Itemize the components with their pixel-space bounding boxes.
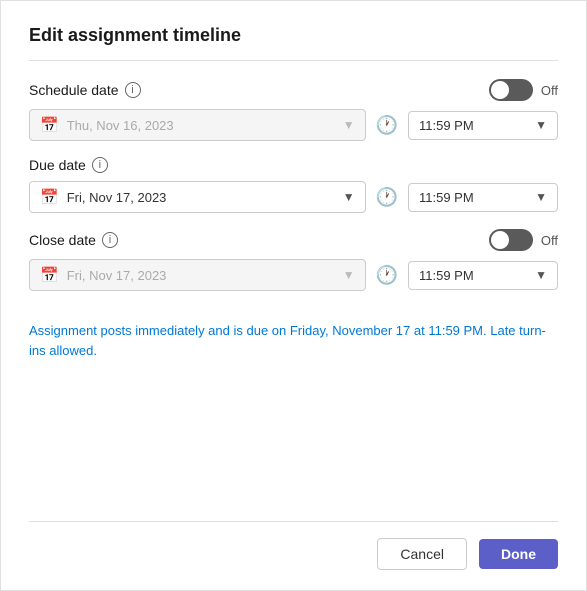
close-date-info-icon[interactable]: i [102,232,118,248]
schedule-date-label: Schedule date [29,82,119,98]
due-date-picker[interactable]: 📅 Fri, Nov 17, 2023 ▼ [29,181,366,213]
schedule-date-fields: 📅 Thu, Nov 16, 2023 ▼ 🕐 11:59 PM ▼ [29,109,558,141]
info-message: Assignment posts immediately and is due … [29,321,558,360]
done-button[interactable]: Done [479,539,558,569]
schedule-date-header: Schedule date i Off [29,79,558,101]
close-time-picker[interactable]: 11:59 PM ▼ [408,261,558,290]
schedule-clock-icon: 🕐 [376,115,398,136]
schedule-calendar-icon: 📅 [40,116,59,134]
schedule-date-toggle-group: Off [489,79,558,101]
schedule-date-picker[interactable]: 📅 Thu, Nov 16, 2023 ▼ [29,109,366,141]
close-date-label-group: Close date i [29,232,118,248]
close-clock-icon: 🕐 [376,265,398,286]
close-date-toggle-knob [491,231,509,249]
due-date-label-group: Due date i [29,157,108,173]
due-date-chevron-icon: ▼ [343,190,355,204]
close-date-header: Close date i Off [29,229,558,251]
schedule-date-toggle-label: Off [541,83,558,98]
close-date-toggle[interactable] [489,229,533,251]
due-date-info-icon[interactable]: i [92,157,108,173]
schedule-date-toggle-knob [491,81,509,99]
close-date-value: Fri, Nov 17, 2023 [67,268,335,283]
due-time-chevron-icon: ▼ [535,190,547,204]
edit-assignment-dialog: Edit assignment timeline Schedule date i… [0,0,587,591]
schedule-date-value: Thu, Nov 16, 2023 [67,118,335,133]
due-date-fields: 📅 Fri, Nov 17, 2023 ▼ 🕐 11:59 PM ▼ [29,181,558,213]
due-calendar-icon: 📅 [40,188,59,206]
cancel-button[interactable]: Cancel [377,538,467,570]
close-date-fields: 📅 Fri, Nov 17, 2023 ▼ 🕐 11:59 PM ▼ [29,259,558,291]
dialog-footer: Cancel Done [29,521,558,570]
due-date-section: Due date i 📅 Fri, Nov 17, 2023 ▼ 🕐 11:59… [29,157,558,213]
close-date-label: Close date [29,232,96,248]
schedule-time-chevron-icon: ▼ [535,118,547,132]
dialog-title: Edit assignment timeline [29,25,558,61]
schedule-time-picker[interactable]: 11:59 PM ▼ [408,111,558,140]
close-date-chevron-icon: ▼ [343,268,355,282]
due-date-header: Due date i [29,157,558,173]
due-date-value: Fri, Nov 17, 2023 [67,190,335,205]
schedule-date-label-group: Schedule date i [29,82,141,98]
close-time-value: 11:59 PM [419,268,531,283]
schedule-date-info-icon[interactable]: i [125,82,141,98]
due-date-label: Due date [29,157,86,173]
close-date-toggle-label: Off [541,233,558,248]
close-date-picker[interactable]: 📅 Fri, Nov 17, 2023 ▼ [29,259,366,291]
close-time-chevron-icon: ▼ [535,268,547,282]
due-time-picker[interactable]: 11:59 PM ▼ [408,183,558,212]
due-time-value: 11:59 PM [419,190,531,205]
close-date-toggle-group: Off [489,229,558,251]
due-clock-icon: 🕐 [376,187,398,208]
schedule-date-toggle[interactable] [489,79,533,101]
schedule-date-section: Schedule date i Off 📅 Thu, Nov 16, 2023 … [29,79,558,141]
schedule-time-value: 11:59 PM [419,118,531,133]
schedule-date-chevron-icon: ▼ [343,118,355,132]
close-date-section: Close date i Off 📅 Fri, Nov 17, 2023 ▼ 🕐… [29,229,558,291]
close-calendar-icon: 📅 [40,266,59,284]
